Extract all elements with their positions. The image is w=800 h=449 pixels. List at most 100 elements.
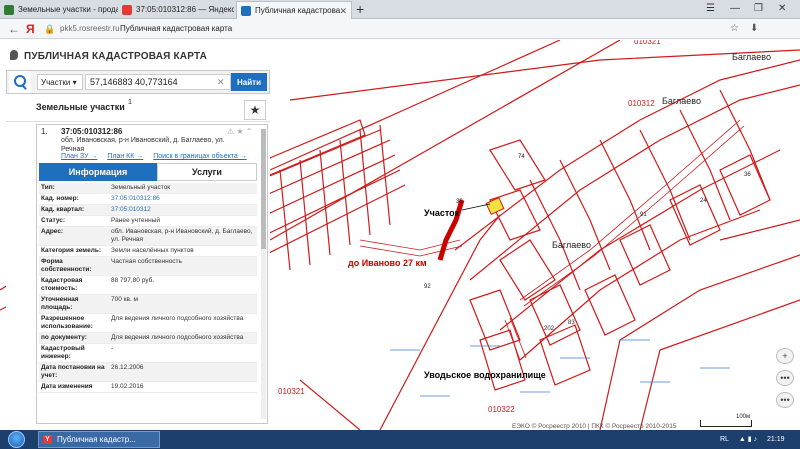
maximize-icon[interactable]: ❐ xyxy=(754,0,763,18)
property-value: обл. Ивановская, р-н Ивановский, д. Багл… xyxy=(111,228,253,243)
property-value: Ранее учтенный xyxy=(111,217,160,224)
site-logo[interactable]: ПУБЛИЧНАЯ КАДАСТРОВАЯ КАРТА xyxy=(10,50,207,62)
search-bar: Участки ▾ ✕ Найти xyxy=(6,70,270,94)
property-value: Для ведения личного подсобного хозяйства xyxy=(111,334,244,341)
property-key: Дата постановки на учет: xyxy=(41,364,105,379)
lock-icon: 🔒 xyxy=(44,24,56,34)
close-window-icon[interactable]: ✕ xyxy=(778,0,786,18)
plot-number: 91 xyxy=(640,212,647,218)
card-links: План ЗУ → План КК → Поиск в границах объ… xyxy=(61,153,255,160)
card-action-icons[interactable]: ⚠ ★ ⌃ xyxy=(227,127,253,136)
tab-label: 37:05:010312:86 — Яндекс xyxy=(136,5,234,14)
property-value: Земельный участок xyxy=(111,184,171,191)
plan-zu-link[interactable]: План ЗУ → xyxy=(61,153,97,160)
search-icon[interactable] xyxy=(9,71,31,93)
search-input[interactable] xyxy=(85,74,231,90)
property-key: Кадастровая стоимость: xyxy=(41,277,83,292)
plot-number: 83 xyxy=(568,320,575,326)
property-row: Тип: Земельный участок xyxy=(39,183,257,194)
card-scrollbar[interactable] xyxy=(261,129,266,419)
road-distance-label: до Иваново 27 км xyxy=(348,258,427,268)
property-row: Статус: Ранее учтенный xyxy=(39,216,257,227)
quarter-label: 010312 xyxy=(628,99,655,108)
download-icon[interactable]: ⬇ xyxy=(750,20,758,38)
parcel-card: 1. 37:05:010312:86 обл. Ивановская, р-н … xyxy=(36,124,268,424)
property-value: - xyxy=(111,345,114,352)
quarter-label: 010321 xyxy=(634,40,661,46)
favorite-star-button[interactable]: ★ xyxy=(244,100,266,120)
property-key: Категория земель: xyxy=(41,247,102,254)
language-indicator[interactable]: RL xyxy=(720,436,729,443)
clear-search-icon[interactable]: ✕ xyxy=(217,74,225,90)
new-tab-button[interactable]: + xyxy=(356,0,364,18)
property-row: Категория земель: Земли населённых пункто… xyxy=(39,246,257,257)
plan-kk-link[interactable]: План КК → xyxy=(107,153,143,160)
plot-number: 24 xyxy=(700,198,707,204)
property-value: 700 кв. м xyxy=(111,296,139,303)
plot-number: 33 xyxy=(456,199,463,205)
property-row: Кад. номер: 37:05:010312:86 xyxy=(39,194,257,205)
rosreestr-favicon-icon xyxy=(241,6,251,16)
layers-button[interactable]: ••• xyxy=(776,370,794,386)
system-tray: RL ▲ ▮ ♪ 21:19 xyxy=(720,430,793,449)
property-row: Разрешенное использование: Для ведения ли… xyxy=(39,314,257,333)
property-row: Адрес: обл. Ивановская, р-н Ивановский, д… xyxy=(39,227,257,246)
property-row: Уточненная площадь: 700 кв. м xyxy=(39,295,257,314)
yandex-logo-icon[interactable]: Я xyxy=(26,20,35,38)
quarter-label: 010322 xyxy=(488,405,515,414)
tab-information[interactable]: Информация xyxy=(39,163,157,181)
property-value: Частная собственность xyxy=(111,258,182,265)
parcel-address: обл. Ивановская, р-н Ивановский, д. Багл… xyxy=(61,137,225,153)
cadastral-number[interactable]: 37:05:010312:86 xyxy=(61,127,122,136)
property-value[interactable]: 37:05:010312 xyxy=(109,205,257,215)
windows-start-icon[interactable] xyxy=(8,431,25,448)
property-row: Кадастровая стоимость: 88 797,80 руб. xyxy=(39,276,257,295)
os-taskbar: Y Публичная кадастр... RL ▲ ▮ ♪ 21:19 xyxy=(0,430,800,449)
tab-land-plots[interactable]: Земельные участки - прода xyxy=(0,1,118,19)
reservoir-label: Уводьское водохранилище xyxy=(424,370,546,380)
scrollbar-thumb[interactable] xyxy=(261,129,266,249)
bookmark-icon[interactable]: ☆ xyxy=(730,20,739,38)
url-page-title[interactable]: Публичная кадастровая карта xyxy=(120,19,232,39)
yandex-favicon-icon xyxy=(122,5,132,15)
property-value: 88 797,80 руб. xyxy=(111,277,155,284)
property-row: Дата изменения 19.02.2016 xyxy=(39,382,257,393)
clock[interactable]: 21:19 xyxy=(767,436,785,443)
plot-number: 202 xyxy=(544,326,555,332)
find-button[interactable]: Найти xyxy=(231,73,267,91)
property-value[interactable]: 37:05:010312:86 xyxy=(109,194,257,204)
close-tab-icon[interactable]: ✕ xyxy=(339,2,347,19)
map-marker-icon xyxy=(10,50,18,60)
scale-bar xyxy=(700,420,752,427)
property-row: Форма собственности: Частная собственност… xyxy=(39,257,257,276)
tab-yandex[interactable]: 37:05:010312:86 — Яндекс xyxy=(118,1,234,19)
land-favicon-icon xyxy=(4,5,14,15)
tray-icons[interactable]: ▲ ▮ ♪ xyxy=(739,436,757,443)
property-row: Дата постановки на учет: 26.12.2006 xyxy=(39,363,257,382)
property-row: по документу: Для ведения личного подсобн… xyxy=(39,333,257,344)
property-key: Дата изменения xyxy=(41,383,93,390)
tab-services[interactable]: Услуги xyxy=(157,163,257,181)
tab-label: Земельные участки - прода xyxy=(18,5,118,14)
tools-button[interactable]: ••• xyxy=(776,392,794,408)
property-key: Кадастровый инженер: xyxy=(41,345,85,360)
minimize-icon[interactable]: — xyxy=(730,0,740,18)
property-value: Для ведения личного подсобного хозяйства xyxy=(111,315,244,322)
property-key: Кад. номер: xyxy=(41,195,79,202)
url-domain[interactable]: pkk5.rosreestr.ru xyxy=(60,19,120,39)
zoom-in-button[interactable]: + xyxy=(776,348,794,364)
search-type-select[interactable]: Участки ▾ xyxy=(37,74,83,90)
card-tabs: Информация Услуги xyxy=(39,163,257,181)
result-number: 1. xyxy=(41,127,48,136)
search-in-bounds-link[interactable]: Поиск в границах объекта → xyxy=(153,153,247,160)
taskbar-browser-item[interactable]: Y Публичная кадастр... xyxy=(38,431,160,448)
results-header: Земельные участки 1 ★ xyxy=(6,96,270,122)
menu-icon[interactable]: ☰ xyxy=(706,0,715,18)
plot-number: 74 xyxy=(518,154,525,160)
back-icon[interactable]: ← xyxy=(8,20,20,38)
browser-tab-bar: Земельные участки - прода 37:05:010312:8… xyxy=(0,0,800,19)
property-value: Земли населённых пунктов xyxy=(111,247,194,254)
property-key: Тип: xyxy=(41,184,55,191)
tab-cadastral-map[interactable]: Публичная кадастрова ✕ xyxy=(236,1,352,19)
yandex-browser-icon: Y xyxy=(43,435,52,444)
